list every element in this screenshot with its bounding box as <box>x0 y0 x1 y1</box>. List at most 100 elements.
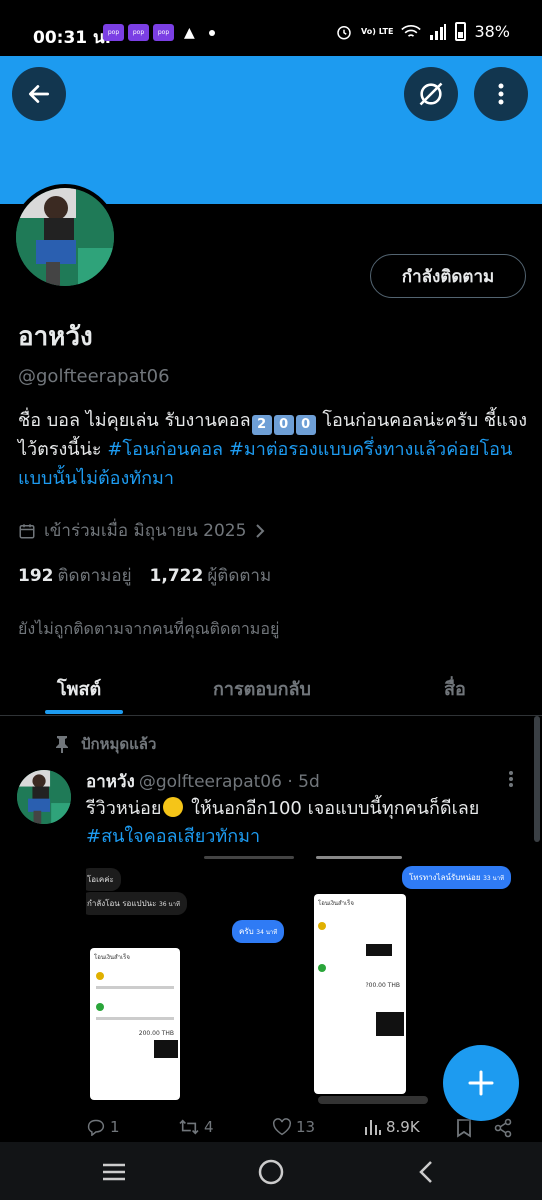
redaction-block <box>154 1040 178 1058</box>
bank-logo-icon <box>318 964 326 972</box>
chat-bubble: ครับ 34 นาที <box>232 920 285 943</box>
slip-title: โอนเงินสำเร็จ <box>318 900 354 907</box>
chevron-right-icon <box>256 523 265 538</box>
reply-button[interactable]: 1 <box>86 1118 120 1136</box>
share-button[interactable] <box>494 1118 512 1138</box>
more-notifications-dot-icon <box>208 29 215 36</box>
post-actions: 1 4 13 8.9K <box>86 1118 526 1142</box>
battery-percent: 38% <box>474 22 510 41</box>
app-notification-icon: pop <box>103 24 124 41</box>
nav-recents-button[interactable] <box>98 1156 130 1188</box>
active-tab-indicator <box>45 710 123 714</box>
like-icon <box>273 1118 291 1136</box>
post-more-button[interactable] <box>508 770 514 792</box>
share-icon <box>494 1118 512 1138</box>
views-count: 8.9K <box>386 1118 420 1136</box>
pin-icon <box>56 736 68 753</box>
status-time: 00:31 น. <box>33 28 112 48</box>
more-vertical-icon <box>498 83 504 105</box>
repost-icon <box>179 1119 199 1135</box>
post-separator: · <box>287 772 293 792</box>
joined-date-row[interactable]: เข้าร่วมเมื่อ มิถุนายน 2025 <box>18 517 266 544</box>
grok-button[interactable] <box>404 67 458 121</box>
following-count: 192 <box>18 566 54 586</box>
pinned-label: ปักหมุดแล้ว <box>81 735 157 753</box>
repost-count: 4 <box>204 1118 214 1136</box>
post-header: อาหวัง @golfteerapat06 · 5d <box>86 768 320 795</box>
profile-tabs: โพสต์ การตอบกลับ สื่อ <box>0 660 542 716</box>
alarm-icon <box>337 25 351 39</box>
tab-replies[interactable]: การตอบกลับ <box>213 674 311 703</box>
joined-date: เข้าร่วมเมื่อ มิถุนายน 2025 <box>44 521 247 541</box>
post-avatar[interactable] <box>17 770 71 824</box>
back-arrow-icon <box>28 85 50 103</box>
chat-bubble-time: 36 นาที <box>158 901 180 908</box>
media-divider <box>316 856 402 859</box>
status-notification-icons: pop pop pop ▲ <box>103 24 215 41</box>
bio-hashtag[interactable]: #โอนก่อนคอล <box>107 439 223 460</box>
followers-link[interactable]: 1,722 ผู้ติดตาม <box>150 562 272 589</box>
post-text-part: รีวิวหน่อย <box>86 798 162 819</box>
chat-bubble: โทรทางไลน์รับหน่อย 33 นาที <box>402 866 512 889</box>
bank-logo-icon <box>318 922 326 930</box>
profile-avatar[interactable] <box>12 184 118 290</box>
chat-bubble-text: โทรทางไลน์รับหน่อย <box>409 873 481 882</box>
compose-button[interactable] <box>443 1045 519 1121</box>
keycap-emoji: 0 <box>273 415 294 435</box>
emoji-icon <box>163 797 184 817</box>
volte-icon: Vo) LTE <box>361 26 394 36</box>
nav-back-button[interactable] <box>410 1156 442 1188</box>
chat-bubble: กำลังโอน รอแปปนะ 36 นาที <box>86 892 187 915</box>
calendar-icon <box>19 523 35 538</box>
following-link[interactable]: 192 ติดตามอยู่ <box>18 562 132 589</box>
more-options-button[interactable] <box>474 67 528 121</box>
post-author-handle: @golfteerapat06 <box>138 772 282 792</box>
chat-bubble: โอเคค่ะ <box>86 868 121 891</box>
chat-bubble-time: 33 นาที <box>483 875 505 882</box>
nav-home-icon <box>258 1159 284 1185</box>
following-label: ติดตามอยู่ <box>57 566 132 586</box>
like-button[interactable]: 13 <box>272 1118 315 1136</box>
post-author-name[interactable]: อาหวัง <box>86 772 135 792</box>
system-nav-bar <box>0 1142 542 1200</box>
back-button[interactable] <box>12 67 66 121</box>
redaction-block <box>366 944 392 956</box>
views-button[interactable]: 8.9K <box>364 1118 420 1136</box>
follow-counts: 192 ติดตามอยู่ 1,722 ผู้ติดตาม <box>18 562 271 589</box>
post-text: รีวิวหน่อย ให้นอกอีก100 เจอแบบนี้ทุกคนก็… <box>86 795 526 851</box>
tab-media[interactable]: สื่อ <box>444 674 466 703</box>
slip-title: โอนเงินสำเร็จ <box>94 954 130 961</box>
plus-icon <box>468 1070 494 1096</box>
chat-bubble-text: ครับ <box>239 927 254 936</box>
tab-posts[interactable]: โพสต์ <box>57 674 101 703</box>
following-button[interactable]: กำลังติดตาม <box>370 254 526 298</box>
keycap-emoji: 0 <box>295 415 316 435</box>
profile-banner <box>0 56 542 204</box>
transfer-slip-image: โอนเงินสำเร็จ ?00.00 THB <box>314 894 406 1094</box>
slip-line <box>96 1017 174 1020</box>
reply-icon <box>87 1119 105 1136</box>
views-icon <box>365 1120 381 1135</box>
post-text-part: ให้นอกอีก100 เจอแบบนี้ทุกคนก็ดีเลย <box>185 798 480 819</box>
repost-button[interactable]: 4 <box>178 1118 214 1136</box>
post-hashtag[interactable]: #สนใจคอลเสียวทักมา <box>86 826 260 847</box>
redaction-block <box>376 1012 404 1036</box>
slip-amount: 200.00 THB <box>138 1030 174 1037</box>
chat-bubble-text: กำลังโอน รอแปปนะ <box>87 899 157 908</box>
battery-icon <box>455 22 467 41</box>
nav-back-icon <box>419 1161 432 1183</box>
slip-caption <box>318 1096 428 1104</box>
bio-text: ชื่อ บอล ไม่คุยเล่น รับงานคอล <box>18 410 251 431</box>
scrollbar[interactable] <box>534 716 540 842</box>
more-vertical-icon <box>509 771 513 787</box>
profile-bio: ชื่อ บอล ไม่คุยเล่น รับงานคอล 2 0 0 โอนก่อน… <box>18 406 533 493</box>
reply-count: 1 <box>110 1118 120 1136</box>
nav-home-button[interactable] <box>255 1156 287 1188</box>
profile-handle: @golfteerapat06 <box>18 366 170 387</box>
followers-count: 1,722 <box>149 566 204 586</box>
not-followed-notice: ยังไม่ถูกติดตามจากคนที่คุณติดตามอยู่ <box>18 619 280 638</box>
media-divider <box>204 856 294 859</box>
avatar-photo <box>17 770 71 824</box>
keycap-emoji: 2 <box>251 415 272 435</box>
bookmark-button[interactable] <box>456 1118 472 1138</box>
